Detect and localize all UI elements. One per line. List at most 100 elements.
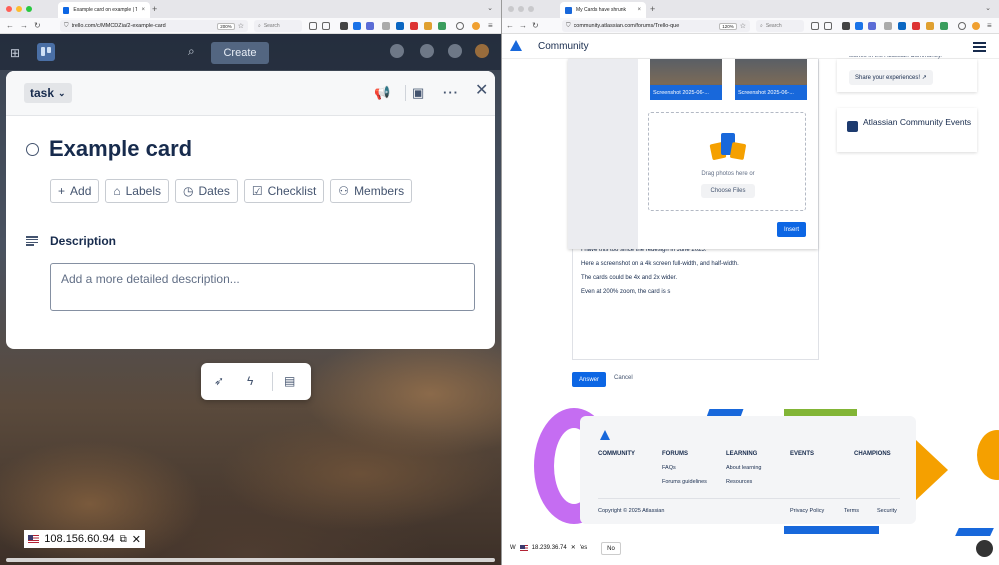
extension-icon[interactable] (382, 22, 390, 30)
choose-files-button[interactable]: Choose Files (701, 184, 755, 198)
comment-icon[interactable]: ▤ (284, 374, 295, 388)
menu-icon[interactable]: ≡ (987, 21, 992, 31)
insert-button[interactable]: Insert (777, 222, 806, 237)
extension-icon[interactable] (884, 22, 892, 30)
footer-link-terms[interactable]: Terms (844, 508, 859, 514)
footer-heading-forums[interactable]: FORUMS (662, 451, 688, 457)
no-button[interactable]: No (601, 542, 621, 555)
bookmark-star-icon[interactable]: ☆ (238, 22, 244, 30)
account-icon[interactable] (958, 22, 966, 30)
close-icon[interactable]: ✕ (475, 83, 488, 99)
photo-dropzone[interactable]: Drag photos here or Choose Files (648, 112, 806, 211)
horizontal-scrollbar[interactable] (6, 558, 495, 562)
image-cover-icon[interactable]: ▣ (412, 85, 424, 101)
extension-icon[interactable] (855, 22, 863, 30)
megaphone-icon[interactable] (390, 44, 404, 58)
extension-icon[interactable] (842, 22, 850, 30)
members-button[interactable]: ⚇ Members (330, 179, 413, 203)
minimize-window-button[interactable] (518, 6, 524, 12)
events-card[interactable]: Atlassian Community Events (837, 108, 977, 152)
close-window-button[interactable] (508, 6, 514, 12)
pocket-icon[interactable] (811, 22, 819, 30)
footer-link-forums-guidelines[interactable]: Forums guidelines (662, 479, 707, 485)
footer-link-faqs[interactable]: FAQs (662, 465, 676, 471)
tab-close-icon[interactable]: × (637, 7, 641, 13)
create-button[interactable]: Create (211, 42, 269, 64)
close-icon[interactable]: ✕ (132, 533, 141, 546)
search-box[interactable]: ⌕ Search (756, 20, 804, 32)
atlassian-logo-icon[interactable] (600, 430, 610, 440)
cancel-button[interactable]: Cancel (614, 375, 633, 381)
trello-logo-icon[interactable] (37, 43, 55, 61)
new-tab-button[interactable]: + (650, 4, 655, 14)
profile-avatar-icon[interactable] (972, 22, 980, 30)
list-selector[interactable]: task ⌄ (24, 83, 72, 103)
address-bar[interactable]: ⛉ community.atlassian.com/forums/Trello-… (562, 20, 750, 32)
footer-heading-community[interactable]: COMMUNITY (598, 451, 635, 457)
description-input[interactable]: Add a more detailed description... (50, 263, 475, 311)
forward-arrow-icon[interactable]: → (20, 21, 28, 31)
copy-icon[interactable]: ⧉ (120, 534, 127, 545)
search-icon[interactable]: ⌕ (188, 44, 195, 59)
tab-community[interactable]: My Cards have shrunk × (560, 2, 646, 18)
screenshot-tool-icon[interactable] (976, 540, 993, 557)
search-box[interactable]: ⌕ Search (254, 20, 302, 32)
share-experiences-button[interactable]: Share your experiences! ↗ (849, 70, 933, 85)
atlassian-logo-icon[interactable] (510, 40, 522, 51)
zoom-window-button[interactable] (26, 6, 32, 12)
linkedin-icon[interactable] (898, 22, 906, 30)
extension-icon[interactable] (353, 22, 361, 30)
tab-list-chevron-icon[interactable]: ⌄ (487, 4, 493, 12)
back-arrow-icon[interactable]: ← (506, 21, 514, 31)
extension-icon[interactable] (340, 22, 348, 30)
forward-arrow-icon[interactable]: → (519, 21, 527, 31)
zoom-level[interactable]: 200% (217, 22, 235, 30)
tab-list-chevron-icon[interactable]: ⌄ (985, 4, 991, 12)
download-icon[interactable] (824, 22, 832, 30)
complete-toggle[interactable] (26, 142, 39, 156)
help-icon[interactable] (448, 44, 462, 58)
screenshot-thumbnail[interactable]: Screenshot 2025-06-... (650, 59, 722, 100)
card-title[interactable]: Example card (49, 136, 192, 162)
footer-heading-learning[interactable]: LEARNING (726, 451, 757, 457)
add-button[interactable]: + Add (50, 179, 100, 203)
rocket-icon[interactable]: ➶ (214, 374, 224, 388)
extension-icon[interactable] (926, 22, 934, 30)
footer-link-resources[interactable]: Resources (726, 479, 752, 485)
footer-heading-events[interactable]: EVENTS (790, 451, 814, 457)
new-tab-button[interactable]: + (152, 4, 157, 14)
extension-icon[interactable] (424, 22, 432, 30)
menu-icon[interactable]: ≡ (488, 21, 493, 31)
address-bar[interactable]: ⛉ trello.com/c/MMCDZia/2-example-card 20… (60, 20, 248, 32)
extension-icon[interactable] (438, 22, 446, 30)
extension-icon[interactable] (366, 22, 374, 30)
account-icon[interactable] (456, 22, 464, 30)
screenshot-thumbnail[interactable]: Screenshot 2025-06-... (735, 59, 807, 100)
more-options-icon[interactable]: ··· (443, 85, 459, 101)
dates-button[interactable]: ◷ Dates (175, 179, 238, 203)
reload-icon[interactable]: ↻ (532, 21, 539, 31)
checklist-button[interactable]: ☑ Checklist (243, 179, 325, 203)
zoom-window-button[interactable] (528, 6, 534, 12)
download-icon[interactable] (322, 22, 330, 30)
close-icon[interactable]: ✕ (571, 544, 576, 551)
pocket-icon[interactable] (309, 22, 317, 30)
tab-trello[interactable]: Example card on example | Trel × (58, 2, 150, 18)
back-arrow-icon[interactable]: ← (6, 21, 14, 31)
yes-button[interactable]: 'es (580, 545, 587, 551)
extension-icon[interactable] (410, 22, 418, 30)
minimize-window-button[interactable] (16, 6, 22, 12)
community-brand[interactable]: Community (538, 41, 589, 52)
profile-avatar-icon[interactable] (472, 22, 480, 30)
zoom-level[interactable]: 120% (719, 22, 737, 30)
footer-link-about-learning[interactable]: About learning (726, 465, 761, 471)
answer-button[interactable]: Answer (572, 372, 606, 387)
footer-link-security[interactable]: Security (877, 508, 897, 514)
lightning-icon[interactable]: ϟ (247, 374, 253, 388)
footer-link-privacy[interactable]: Privacy Policy (790, 508, 824, 514)
app-switcher-icon[interactable]: ⊞ (10, 46, 20, 60)
reload-icon[interactable]: ↻ (34, 21, 41, 31)
bell-icon[interactable] (420, 44, 434, 58)
tab-close-icon[interactable]: × (141, 7, 145, 13)
extension-icon[interactable] (912, 22, 920, 30)
